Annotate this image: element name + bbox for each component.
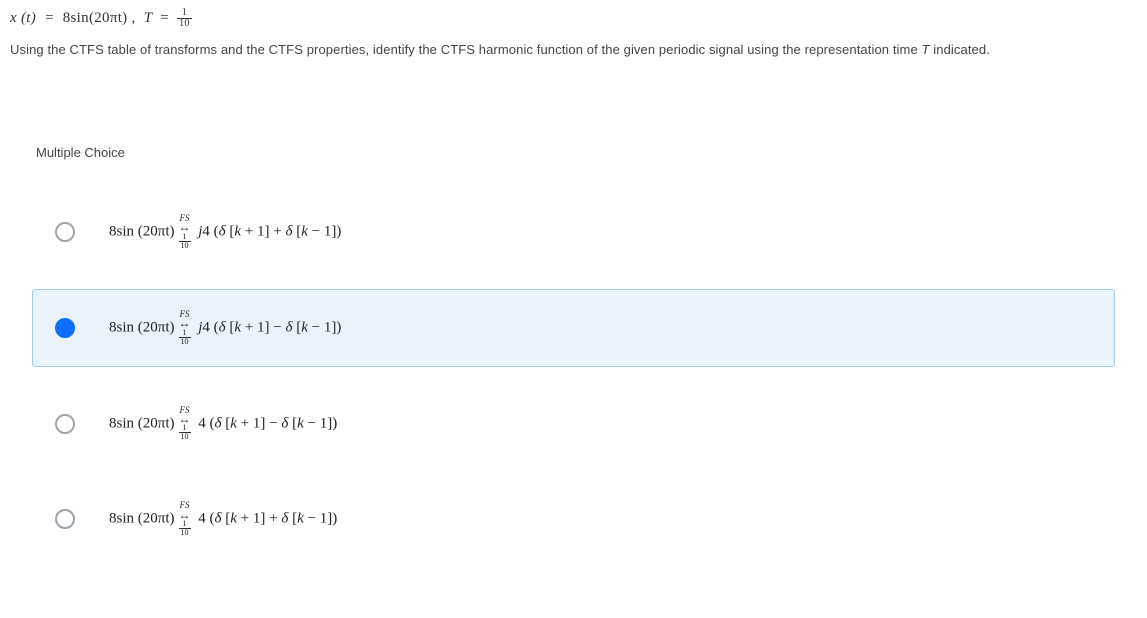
eq-equals: = [44,10,54,26]
choice-right: 4 (δ [k + 1] − δ [k − 1]) [195,415,338,431]
radio-button[interactable] [55,509,75,529]
fs-arrow-icon: FS↔110 [179,214,191,250]
eq-lhs: x (t) [10,10,36,26]
question-prompt: Using the CTFS table of transforms and t… [10,40,1137,61]
choice-right: j4 (δ [k + 1] − δ [k − 1]) [195,319,342,335]
radio-button[interactable] [55,414,75,434]
choice-left: 8sin (20πt) [109,511,175,527]
choice-expression: 8sin (20πt) FS↔110 4 (δ [k + 1] − δ [k − … [109,406,337,442]
frac-den: 10 [177,19,192,29]
eq-rhs: 8sin(20πt) [63,10,128,26]
fs-arrow-icon: FS↔110 [179,310,191,346]
period-var: T [144,10,152,26]
choice-expression: 8sin (20πt) FS↔110 4 (δ [k + 1] + δ [k − … [109,501,337,537]
prompt-var: T [922,42,930,57]
choice-expression: 8sin (20πt) FS↔110 j4 (δ [k + 1] + δ [k −… [109,214,341,250]
prompt-text: Using the CTFS table of transforms and t… [10,42,922,57]
choice-right: 4 (δ [k + 1] + δ [k − 1]) [195,511,338,527]
choice-4[interactable]: 8sin (20πt) FS↔110 4 (δ [k + 1] + δ [k − … [32,480,1115,558]
fs-arrow-icon: FS↔110 [179,501,191,537]
fs-arrow-icon: FS↔110 [179,406,191,442]
eq-comma: , [132,10,136,26]
question-area: x (t) = 8sin(20πt) , T = 1 10 Using the … [0,0,1147,71]
choice-left: 8sin (20πt) [109,319,175,335]
radio-button[interactable] [55,318,75,338]
multiple-choice-section: Multiple Choice 8sin (20πt) FS↔110 j4 (δ … [0,131,1147,597]
choice-left: 8sin (20πt) [109,415,175,431]
choice-2[interactable]: 8sin (20πt) FS↔110 j4 (δ [k + 1] − δ [k −… [32,289,1115,367]
prompt-end: indicated. [930,42,990,57]
choice-left: 8sin (20πt) [109,223,175,239]
choice-1[interactable]: 8sin (20πt) FS↔110 j4 (δ [k + 1] + δ [k −… [32,193,1115,271]
choice-right: j4 (δ [k + 1] + δ [k − 1]) [195,223,342,239]
choice-3[interactable]: 8sin (20πt) FS↔110 4 (δ [k + 1] − δ [k − … [32,385,1115,463]
signal-equation: x (t) = 8sin(20πt) , T = 1 10 [10,6,1137,30]
radio-button[interactable] [55,222,75,242]
choice-expression: 8sin (20πt) FS↔110 j4 (δ [k + 1] − δ [k −… [109,310,341,346]
period-fraction: 1 10 [177,8,192,29]
eq-equals2: = [160,10,169,26]
section-label: Multiple Choice [0,131,1147,175]
